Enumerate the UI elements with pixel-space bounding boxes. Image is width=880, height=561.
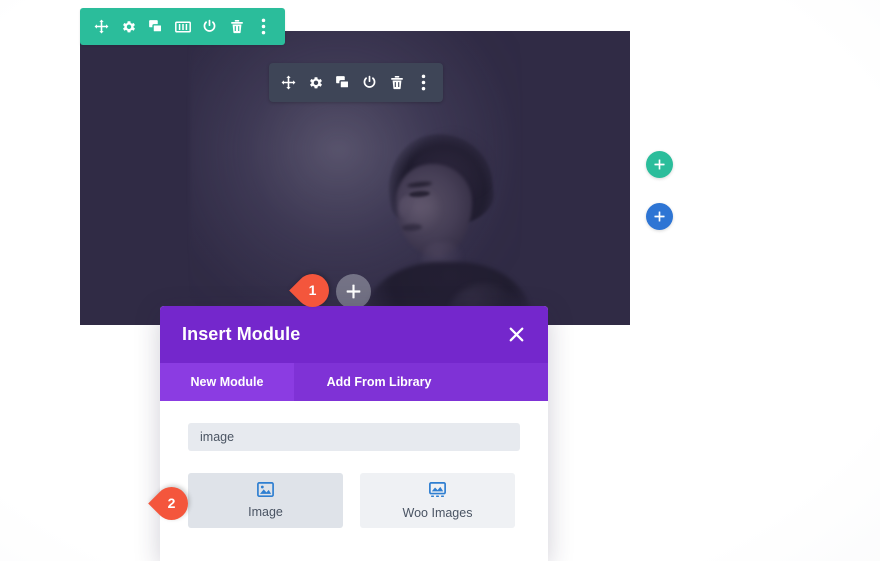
duplicate-icon[interactable]	[142, 12, 169, 42]
module-card-image-label: Image	[248, 505, 283, 519]
power-toggle-icon[interactable]	[356, 68, 383, 98]
tab-add-from-library-label: Add From Library	[326, 375, 432, 389]
tab-new-module-label: New Module	[190, 375, 264, 389]
trash-icon[interactable]	[223, 12, 250, 42]
modal-tabs: New Module Add From Library	[160, 363, 548, 401]
tab-add-from-library[interactable]: Add From Library	[294, 363, 464, 401]
module-card-woo-images-label: Woo Images	[402, 505, 473, 520]
modal-header: Insert Module	[160, 306, 548, 363]
search-input[interactable]	[188, 423, 520, 451]
more-options-icon[interactable]	[410, 68, 437, 98]
add-row-button[interactable]	[646, 151, 673, 178]
duplicate-icon[interactable]	[329, 68, 356, 98]
callout-badge-1-number: 1	[308, 282, 317, 299]
add-module-plus-button[interactable]	[336, 274, 371, 309]
move-section-icon[interactable]	[88, 12, 115, 42]
add-section-button[interactable]	[646, 203, 673, 230]
columns-icon[interactable]	[169, 12, 196, 42]
section-toolbar[interactable]	[80, 8, 285, 45]
screenshot-stage: Insert Module New Module Add From Librar…	[0, 0, 880, 561]
more-options-icon[interactable]	[250, 12, 277, 42]
modal-body: Image Woo Images	[160, 401, 548, 528]
callout-badge-2-number: 2	[167, 495, 176, 512]
module-card-image[interactable]: Image	[188, 473, 343, 528]
power-toggle-icon[interactable]	[196, 12, 223, 42]
module-toolbar[interactable]	[269, 63, 443, 102]
image-icon	[257, 481, 274, 502]
woo-images-icon	[429, 481, 446, 503]
trash-icon[interactable]	[383, 68, 410, 98]
insert-module-modal: Insert Module New Module Add From Librar…	[160, 306, 548, 561]
gear-settings-icon[interactable]	[115, 12, 142, 42]
tab-new-module[interactable]: New Module	[160, 363, 294, 401]
close-icon[interactable]	[504, 323, 528, 347]
move-module-icon[interactable]	[275, 68, 302, 98]
modal-title: Insert Module	[182, 324, 301, 344]
module-card-woo-images[interactable]: Woo Images	[360, 473, 515, 528]
gear-settings-icon[interactable]	[302, 68, 329, 98]
module-results-grid: Image Woo Images	[188, 473, 520, 528]
